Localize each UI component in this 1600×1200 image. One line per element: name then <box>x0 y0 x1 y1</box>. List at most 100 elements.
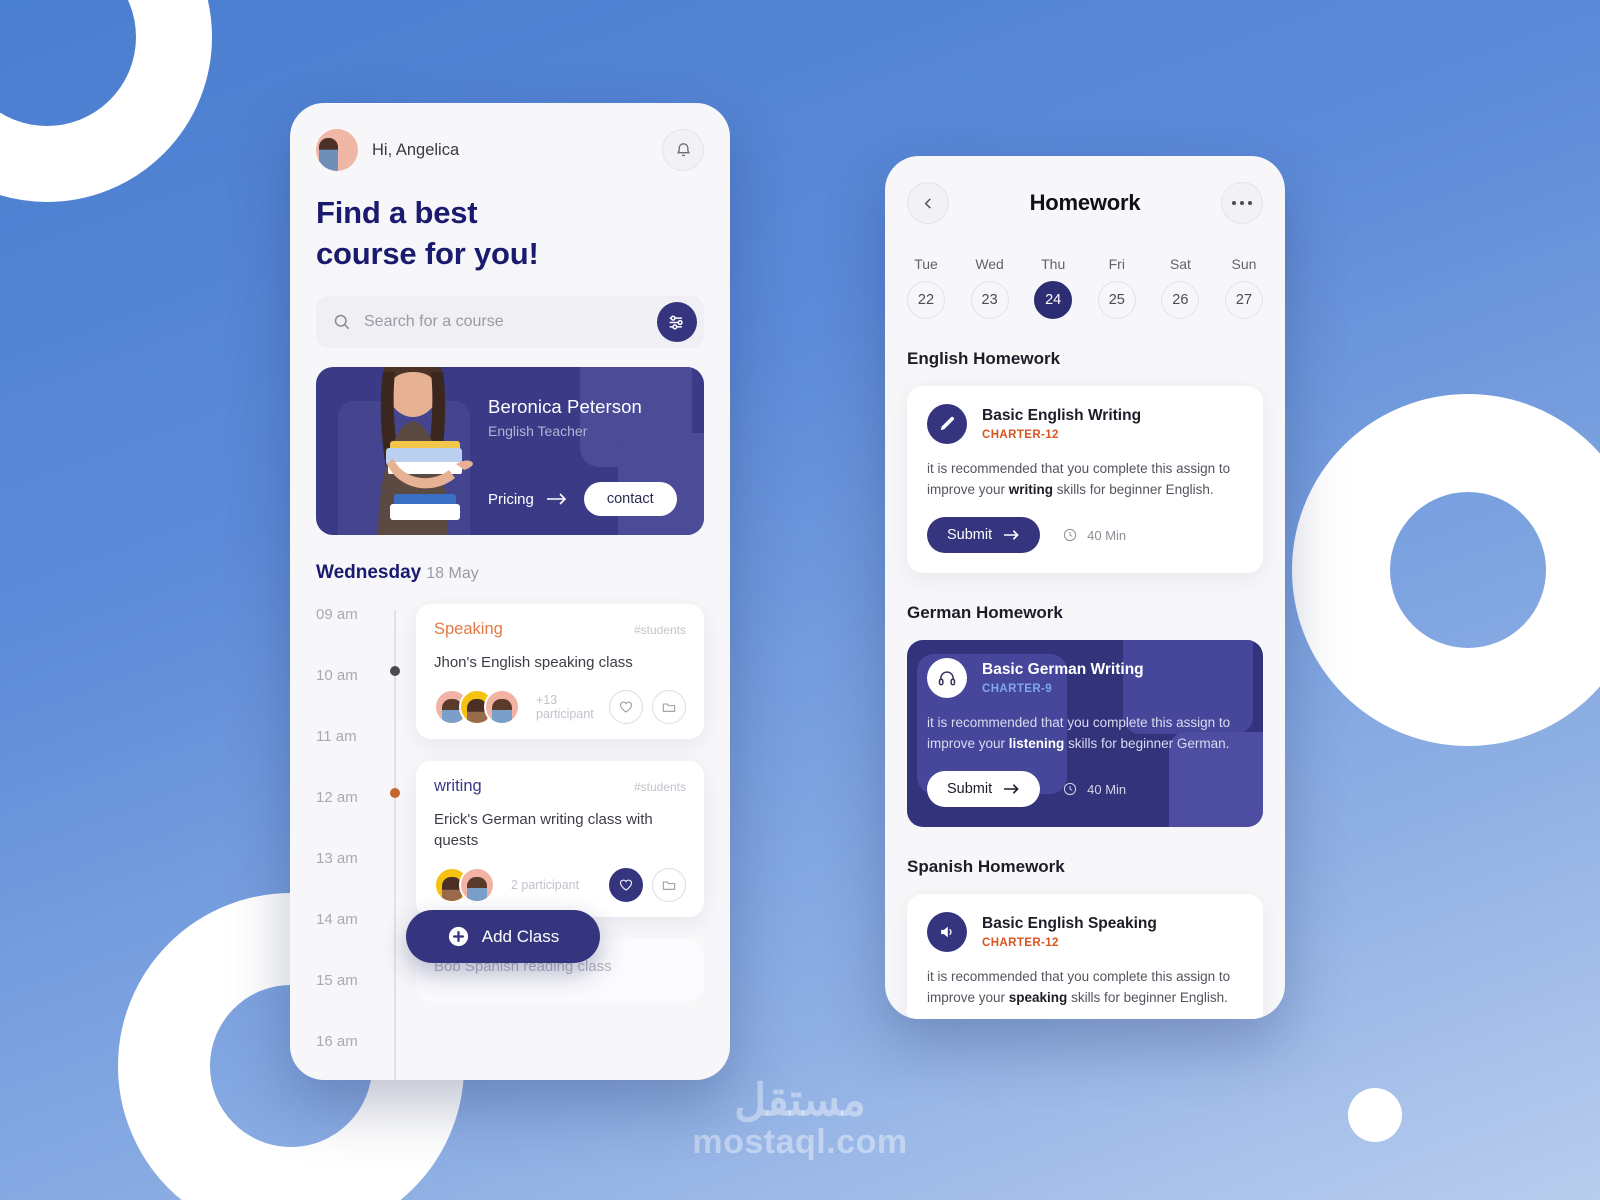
class-tag: writing <box>434 777 482 796</box>
ellipsis-icon <box>1231 200 1253 206</box>
week-day-selector: Tue 22 Wed 23 Thu 24 Fri 25 Sat 26 Sun 2… <box>907 256 1263 319</box>
watermark: مستقل mostaql.com <box>660 1076 940 1162</box>
class-card[interactable]: writing #students Erick's German writing… <box>416 761 704 917</box>
phone-home-screen: Hi, Angelica Find a best course for you! <box>290 103 730 1080</box>
day-option-wed[interactable]: Wed 23 <box>970 256 1009 319</box>
decor-ring-right <box>1292 394 1600 746</box>
arrow-right-icon <box>1004 530 1019 540</box>
day-option-fri[interactable]: Fri 25 <box>1097 256 1136 319</box>
submit-button[interactable]: Submit <box>927 771 1041 808</box>
teacher-photo <box>378 367 473 536</box>
search-icon <box>334 314 350 330</box>
homework-name: Basic English Speaking <box>982 915 1157 933</box>
homework-description: it is recommended that you complete this… <box>927 967 1243 1008</box>
schedule-day-header: Wednesday 18 May <box>316 562 704 584</box>
heart-icon <box>619 702 633 714</box>
add-class-label: Add Class <box>481 926 560 946</box>
time-label: 12 am <box>316 789 358 807</box>
add-class-button[interactable]: Add Class <box>406 910 600 964</box>
favorite-button[interactable] <box>609 867 643 902</box>
day-number: 24 <box>1034 281 1073 319</box>
arrow-right-icon <box>546 493 566 505</box>
homework-card-titles: Basic English Writing CHARTER-12 <box>982 407 1141 441</box>
decor-circle-bottom-right <box>1348 1088 1402 1142</box>
search-bar[interactable] <box>316 296 704 349</box>
greeting-text: Hi, Angelica <box>372 140 460 159</box>
submit-label: Submit <box>947 781 993 798</box>
participant-avatars <box>434 689 520 726</box>
homework-card-german[interactable]: Basic German Writing CHARTER-9 it is rec… <box>907 640 1263 828</box>
timeline-dot <box>390 666 400 677</box>
duration-text: 40 Min <box>1087 527 1127 543</box>
time-label: 11 am <box>316 728 357 746</box>
day-name: Tue <box>914 256 938 272</box>
timeline-dot <box>390 788 400 799</box>
class-card[interactable]: Speaking #students Jhon's English speaki… <box>416 604 704 740</box>
section-heading-german: German Homework <box>907 603 1063 623</box>
folder-button[interactable] <box>652 690 686 725</box>
filter-button[interactable] <box>657 302 697 343</box>
search-input[interactable] <box>352 313 657 332</box>
homework-duration: 40 Min <box>1062 781 1126 797</box>
schedule-date: 18 May <box>426 565 479 583</box>
day-option-tue[interactable]: Tue 22 <box>907 256 945 319</box>
day-option-thu[interactable]: Thu 24 <box>1034 256 1073 319</box>
headphones-icon-wrap <box>927 658 967 699</box>
folder-button[interactable] <box>652 867 686 902</box>
homework-card-header: Basic English Writing CHARTER-12 <box>927 404 1243 444</box>
page-title: Find a best course for you! <box>316 193 704 274</box>
time-label: 13 am <box>316 850 358 868</box>
homework-card-spanish[interactable]: Basic English Speaking CHARTER-12 it is … <box>907 894 1263 1019</box>
sliders-icon <box>669 315 683 330</box>
class-card-footer: 2 participant <box>434 866 686 903</box>
class-card-footer: +13 participant <box>434 689 686 726</box>
featured-teacher-card[interactable]: Beronica Peterson English Teacher Pricin… <box>316 367 704 536</box>
time-label: 14 am <box>316 911 358 929</box>
day-number: 27 <box>1224 281 1263 319</box>
participant-count: 2 participant <box>511 877 580 892</box>
homework-card-header: Basic German Writing CHARTER-9 <box>927 658 1243 699</box>
background-decoration <box>0 0 1600 1200</box>
chevron-left-icon <box>924 197 931 209</box>
homework-name: Basic English Writing <box>982 407 1142 424</box>
desc-post: skills for beginner German. <box>1064 735 1230 751</box>
desc-highlight: speaking <box>1008 989 1068 1005</box>
homework-card-titles: Basic English Speaking CHARTER-12 <box>982 915 1157 949</box>
pricing-link[interactable]: Pricing <box>488 491 568 508</box>
pricing-label: Pricing <box>488 490 534 508</box>
clock-icon <box>1064 782 1077 796</box>
homework-topbar: Homework <box>907 156 1263 224</box>
homework-card-english[interactable]: Basic English Writing CHARTER-12 it is r… <box>907 386 1263 574</box>
hero-line-2: course for you! <box>316 235 539 271</box>
bell-icon <box>676 142 690 156</box>
day-option-sun[interactable]: Sun 27 <box>1224 256 1263 319</box>
class-tag: Speaking <box>434 620 503 639</box>
arrow-right-icon <box>1004 784 1019 794</box>
time-label: 10 am <box>316 667 358 685</box>
day-number: 26 <box>1161 281 1200 319</box>
phone-homework-screen: Homework Tue 22 Wed 23 Thu 24 Fri 25 Sat… <box>885 156 1285 1019</box>
submit-label: Submit <box>947 527 993 544</box>
homework-charter: CHARTER-9 <box>982 683 1053 696</box>
pencil-icon-wrap <box>927 404 967 444</box>
pencil-icon <box>940 416 955 431</box>
user-greeting-group[interactable]: Hi, Angelica <box>316 129 459 171</box>
hero-line-1: Find a best <box>316 195 478 230</box>
teacher-role: English Teacher <box>488 423 588 440</box>
avatar[interactable] <box>316 129 358 171</box>
submit-button[interactable]: Submit <box>927 517 1041 554</box>
notification-button[interactable] <box>662 129 704 171</box>
more-options-button[interactable] <box>1221 182 1263 224</box>
watermark-arabic: مستقل <box>734 1076 866 1125</box>
desc-highlight: listening <box>1008 735 1065 751</box>
day-option-sat[interactable]: Sat 26 <box>1161 256 1200 319</box>
section-heading-english: English Homework <box>907 349 1061 368</box>
day-name: Wed <box>975 256 1004 272</box>
day-name: Thu <box>1041 256 1066 272</box>
homework-charter: CHARTER-12 <box>982 937 1059 950</box>
favorite-button[interactable] <box>609 690 643 725</box>
desc-post: skills for beginner English. <box>1067 989 1228 1005</box>
contact-button[interactable]: contact <box>583 482 677 517</box>
back-button[interactable] <box>907 182 949 224</box>
timeline-hours: 09 am 10 am 11 am 12 am 13 am 14 am 15 a… <box>316 602 386 1080</box>
